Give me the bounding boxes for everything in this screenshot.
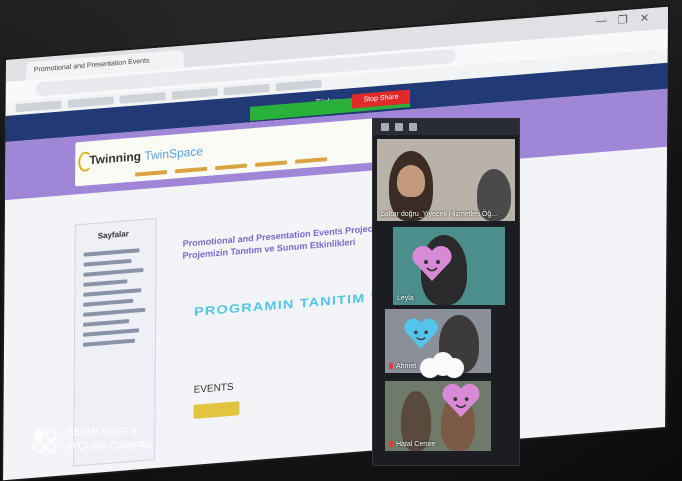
muted-mic-icon [389,363,393,370]
muted-mic-icon [389,441,393,448]
participant-tile[interactable]: Hatal Cemre [385,381,491,451]
bookmark-item[interactable] [275,79,322,92]
view-toggle-icon[interactable] [395,123,403,131]
participant-name-text: Hatal Cemre [396,441,436,448]
participant-name: Leyla [397,295,414,302]
events-button[interactable] [193,401,240,419]
sidebar-link[interactable] [83,288,142,297]
bookmark-item[interactable] [67,96,114,109]
grid-view-icon[interactable] [409,123,417,131]
site-menu-item[interactable] [175,166,208,174]
close-icon[interactable]: ✕ [640,11,649,25]
participant-name: Hatal Cemre [389,441,435,448]
pink-heart-emoji-icon [412,245,452,281]
device-name: REDMI NOTE 8 [66,427,138,438]
bookmark-item[interactable] [223,83,270,96]
bookmark-item[interactable] [15,100,62,113]
participant-tile[interactable]: bahar doğru_Yiyecek Hizmetleri Öğ... [377,139,515,221]
sidebar-link[interactable] [83,279,128,287]
participant-face [397,165,425,197]
camera-lens-icon [33,429,57,453]
sidebar-link[interactable] [83,307,146,317]
page-title: Promotional and Presentation Events Proj… [182,223,379,261]
sidebar-link[interactable] [83,319,130,327]
bookmark-item[interactable] [119,92,166,104]
camera-name: AI QUAD CAMERA [66,441,153,452]
minimize-icon[interactable]: — [596,15,607,28]
site-logo[interactable]: Twinning TwinSpace [89,144,203,167]
sidebar-link[interactable] [83,328,140,337]
sidebar-link[interactable] [83,298,134,307]
site-menu-item[interactable] [255,160,288,167]
monitor-screen: Promotional and Presentation Events — ❐ … [3,6,668,481]
photo: Promotional and Presentation Events — ❐ … [0,0,682,481]
sidebar-link[interactable] [83,258,132,267]
site-menu-item[interactable] [215,163,248,171]
sidebar-link[interactable] [82,338,135,347]
maximize-icon[interactable]: ❐ [618,13,628,27]
events-heading: EVENTS [193,381,234,396]
logo-accent-text: TwinSpace [144,144,204,163]
zoom-gallery-panel: bahar doğru_Yiyecek Hizmetleri Öğ... Ley… [372,118,520,466]
logo-text: Twinning [89,149,142,168]
participant-name: bahar doğru_Yiyecek Hizmetleri Öğ... [381,211,498,218]
sidebar-title: Sayfalar [97,229,129,241]
site-menu-item[interactable] [295,157,328,164]
minimize-panel-icon[interactable] [381,123,389,131]
participant-name: Ahmet [389,363,416,370]
participant-name-text: Ahmet [396,363,417,370]
pink-heart-emoji-icon [442,383,480,418]
blue-heart-emoji-icon [404,318,438,349]
sidebar-link[interactable] [83,267,144,277]
bookmark-item[interactable] [171,87,218,100]
sidebar-link[interactable] [83,248,140,257]
zoom-panel-header [373,119,519,135]
cloud-sticker-icon [420,352,464,378]
participant-tile[interactable]: Leyla [393,227,505,305]
site-menu-item[interactable] [135,170,168,177]
